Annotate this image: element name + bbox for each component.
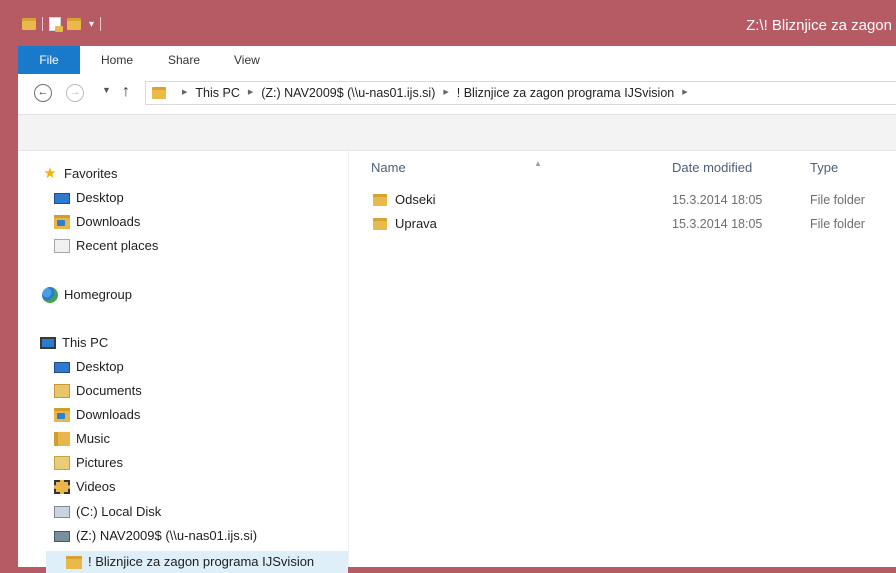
chevron-right-icon[interactable]: ▶ — [682, 82, 687, 104]
window-title: Z:\! Bliznjice za zagon — [746, 17, 892, 34]
chevron-right-icon[interactable]: ▶ — [248, 82, 253, 104]
nav-pc-pictures[interactable]: Pictures — [54, 452, 123, 474]
nav-pc-documents[interactable]: Documents — [54, 380, 142, 402]
navigation-pane[interactable]: ★ Favorites Desktop Downloads Recent pla… — [18, 151, 349, 573]
star-icon: ★ — [43, 165, 57, 182]
nav-pc-network-drive[interactable]: (Z:) NAV2009$ (\\u-nas01.ijs.si) — [54, 525, 257, 547]
new-folder-icon[interactable] — [67, 18, 81, 30]
breadcrumb-current-folder[interactable]: ! Bliznjice za zagon programa IJSvision — [457, 82, 674, 104]
nav-current-folder[interactable]: ! Bliznjice za zagon programa IJSvision — [46, 551, 348, 573]
recent-places-icon — [54, 239, 70, 253]
customize-caret-icon[interactable]: ▾ — [89, 19, 94, 30]
column-label: Name — [371, 160, 406, 175]
nav-pc-downloads[interactable]: Downloads — [54, 404, 140, 426]
homegroup-icon — [42, 287, 58, 303]
address-bar: ← → ▼ ↑ ▶ This PC ▶ (Z:) NAV2009$ (\\u-n… — [18, 74, 896, 115]
breadcrumb-this-pc[interactable]: This PC — [195, 82, 239, 104]
nav-label: Downloads — [76, 407, 141, 422]
desktop-icon — [54, 192, 70, 204]
tab-view[interactable]: View — [234, 46, 260, 74]
nav-pc-music[interactable]: Music — [54, 428, 110, 450]
explorer-window: File Home Share View ← → ▼ ↑ ▶ This PC ▶… — [18, 46, 896, 573]
file-row-uprava[interactable]: Uprava 15.3.2014 18:05 File folder — [349, 213, 896, 235]
this-pc-icon — [40, 337, 56, 349]
nav-pc-desktop[interactable]: Desktop — [54, 356, 124, 378]
nav-homegroup[interactable]: Homegroup — [42, 284, 132, 306]
file-name: Odseki — [395, 192, 436, 207]
nav-recent-places[interactable]: Recent places — [54, 235, 158, 257]
column-header-type[interactable]: Type — [810, 158, 838, 178]
folder-icon[interactable] — [22, 18, 36, 30]
nav-favorites-downloads[interactable]: Downloads — [54, 211, 140, 233]
nav-pc-videos[interactable]: Videos — [54, 476, 116, 498]
toolbar-band — [18, 115, 896, 151]
nav-label: Desktop — [76, 190, 124, 205]
ribbon-tabs: File Home Share View — [18, 46, 896, 75]
file-date: 15.3.2014 18:05 — [672, 193, 763, 207]
properties-icon[interactable] — [49, 17, 63, 32]
network-drive-icon — [54, 530, 70, 542]
folder-icon — [152, 87, 166, 99]
nav-label: Pictures — [76, 455, 123, 470]
nav-label: This PC — [62, 335, 109, 350]
music-icon — [54, 432, 70, 446]
chevron-right-icon[interactable]: ▶ — [182, 82, 187, 104]
up-arrow-icon[interactable]: ↑ — [122, 83, 130, 101]
file-name-cell: Uprava — [373, 213, 437, 235]
nav-label: ! Bliznjice za zagon programa IJSvision — [88, 554, 315, 569]
file-date: 15.3.2014 18:05 — [672, 217, 763, 231]
breadcrumb-network-drive[interactable]: (Z:) NAV2009$ (\\u-nas01.ijs.si) — [261, 82, 435, 104]
nav-label: Favorites — [64, 166, 118, 181]
file-list[interactable]: Name ▲ Date modified Type Odseki 15.3.20… — [349, 151, 896, 567]
pictures-icon — [54, 456, 70, 470]
divider — [42, 17, 43, 31]
nav-label: Documents — [76, 383, 142, 398]
forward-button[interactable]: → — [66, 84, 84, 102]
back-button[interactable]: ← — [34, 84, 52, 102]
file-row-odseki[interactable]: Odseki 15.3.2014 18:05 File folder — [349, 189, 896, 211]
nav-favorites[interactable]: ★ Favorites — [42, 163, 117, 185]
address-field[interactable]: ▶ This PC ▶ (Z:) NAV2009$ (\\u-nas01.ijs… — [145, 81, 896, 105]
breadcrumb: ▶ This PC ▶ (Z:) NAV2009$ (\\u-nas01.ijs… — [174, 82, 696, 104]
nav-label: Desktop — [76, 359, 124, 374]
desktop-icon — [54, 361, 70, 373]
nav-label: Recent places — [76, 238, 159, 253]
folder-icon — [373, 218, 387, 230]
nav-label: Downloads — [76, 214, 141, 229]
column-header-date-modified[interactable]: Date modified — [672, 158, 752, 178]
title-bar: ▾ Z:\! Bliznjice za zagon — [0, 0, 896, 46]
column-header-name[interactable]: Name ▲ — [371, 158, 542, 178]
tab-home[interactable]: Home — [101, 46, 133, 74]
nav-label: (Z:) NAV2009$ (\\u-nas01.ijs.si) — [76, 528, 258, 543]
nav-favorites-desktop[interactable]: Desktop — [54, 187, 124, 209]
nav-label: Music — [76, 431, 110, 446]
downloads-icon — [54, 215, 70, 229]
file-type: File folder — [810, 193, 865, 207]
tab-file[interactable]: File — [18, 46, 80, 74]
nav-this-pc[interactable]: This PC — [40, 332, 108, 354]
downloads-icon — [54, 408, 70, 422]
tab-share[interactable]: Share — [168, 46, 200, 74]
nav-label: (C:) Local Disk — [76, 504, 162, 519]
file-name-cell: Odseki — [373, 189, 435, 211]
recent-locations-dropdown-icon[interactable]: ▼ — [102, 85, 111, 95]
videos-icon — [54, 480, 70, 494]
nav-pc-local-disk[interactable]: (C:) Local Disk — [54, 501, 161, 523]
file-type: File folder — [810, 217, 865, 231]
nav-label: Videos — [76, 479, 116, 494]
nav-label: Homegroup — [64, 287, 132, 302]
local-disk-icon — [54, 506, 70, 518]
documents-icon — [54, 384, 70, 398]
divider — [100, 17, 102, 31]
file-name: Uprava — [395, 216, 437, 231]
folder-icon — [373, 194, 387, 206]
chevron-right-icon[interactable]: ▶ — [443, 82, 448, 104]
quick-access-toolbar: ▾ — [22, 17, 102, 32]
sort-ascending-icon: ▲ — [534, 159, 542, 168]
